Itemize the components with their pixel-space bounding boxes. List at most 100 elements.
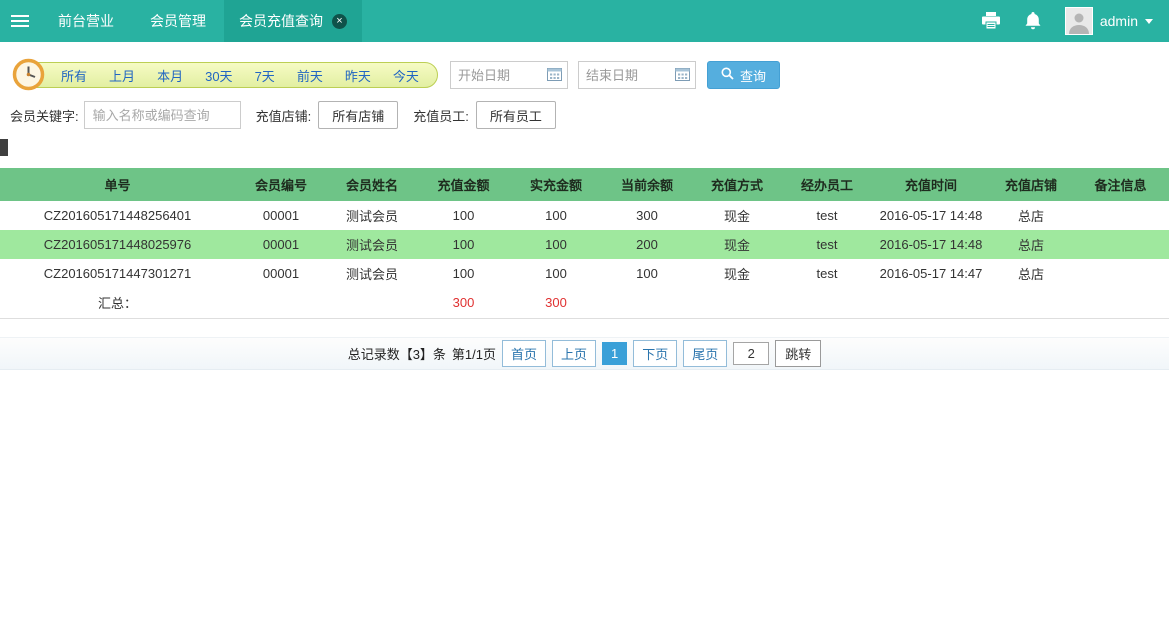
tab-label: 会员充值查询 xyxy=(239,11,323,31)
clock-icon xyxy=(12,58,45,91)
table-cell: test xyxy=(782,230,872,259)
table-cell: 300 xyxy=(602,201,692,230)
page-indicator-text: 第1/1页 xyxy=(452,344,496,363)
table-cell: 现金 xyxy=(692,201,782,230)
quick-date-yesterday[interactable]: 昨天 xyxy=(345,66,371,85)
table-cell: 100 xyxy=(602,259,692,288)
table-cell: 00001 xyxy=(235,259,327,288)
table-cell: 200 xyxy=(602,230,692,259)
table-cell: 测试会员 xyxy=(327,201,417,230)
user-menu[interactable]: admin xyxy=(1065,7,1153,35)
member-keyword-input[interactable] xyxy=(84,101,241,129)
quick-date-day-before[interactable]: 前天 xyxy=(297,66,323,85)
column-header: 单号 xyxy=(0,168,235,201)
table-cell: 2016-05-17 14:48 xyxy=(872,201,990,230)
topbar-right: admin xyxy=(981,0,1169,42)
column-header: 会员姓名 xyxy=(327,168,417,201)
current-page-button[interactable]: 1 xyxy=(602,342,627,365)
summary-actual-total: 300 xyxy=(510,288,602,318)
start-date-input[interactable] xyxy=(451,68,547,83)
caret-down-icon xyxy=(1145,19,1153,24)
table-cell xyxy=(1072,259,1169,288)
query-button[interactable]: 查询 xyxy=(707,61,780,89)
hamburger-menu-icon[interactable] xyxy=(0,0,40,42)
all-staff-button[interactable]: 所有员工 xyxy=(476,101,556,129)
menu-item-front-desk[interactable]: 前台营业 xyxy=(40,0,132,42)
table-cell: 2016-05-17 14:47 xyxy=(872,259,990,288)
table-cell xyxy=(1072,230,1169,259)
table-cell: CZ201605171448256401 xyxy=(0,201,235,230)
table-cell: 00001 xyxy=(235,201,327,230)
calendar-icon[interactable] xyxy=(675,67,690,84)
table-cell: test xyxy=(782,259,872,288)
jump-button[interactable]: 跳转 xyxy=(775,340,821,367)
table-cell: 100 xyxy=(417,259,510,288)
query-button-label: 查询 xyxy=(740,66,766,85)
table-cell: 100 xyxy=(510,230,602,259)
close-tab-icon[interactable]: × xyxy=(332,14,347,29)
calendar-icon[interactable] xyxy=(547,67,562,84)
quick-date-filter-bar: 所有 上月 本月 30天 7天 前天 昨天 今天 xyxy=(16,62,438,88)
summary-recharge-total: 300 xyxy=(417,288,510,318)
username-label: admin xyxy=(1100,13,1138,29)
jump-page-input[interactable] xyxy=(733,342,769,365)
table-cell: 现金 xyxy=(692,259,782,288)
column-header: 当前余额 xyxy=(602,168,692,201)
notifications-bell-icon[interactable] xyxy=(1025,12,1041,30)
store-label: 充值店铺: xyxy=(256,106,312,125)
table-header-row: 单号会员编号会员姓名充值金额实充金额当前余额充值方式经办员工充值时间充值店铺备注… xyxy=(0,168,1169,201)
table-row[interactable]: CZ20160517144825640100001测试会员100100300现金… xyxy=(0,201,1169,230)
first-page-button[interactable]: 首页 xyxy=(502,340,546,367)
table-row[interactable]: CZ20160517144802597600001测试会员100100200现金… xyxy=(0,230,1169,259)
pagination-bar: 总记录数【3】条 第1/1页 首页 上页 1 下页 尾页 跳转 xyxy=(0,337,1169,370)
table-cell: 测试会员 xyxy=(327,259,417,288)
prev-page-button[interactable]: 上页 xyxy=(552,340,596,367)
column-header: 实充金额 xyxy=(510,168,602,201)
quick-date-today[interactable]: 今天 xyxy=(393,66,419,85)
next-page-button[interactable]: 下页 xyxy=(633,340,677,367)
table-cell: 2016-05-17 14:48 xyxy=(872,230,990,259)
total-records-text: 总记录数【3】条 xyxy=(348,344,446,363)
recharge-records-table: 单号会员编号会员姓名充值金额实充金额当前余额充值方式经办员工充值时间充值店铺备注… xyxy=(0,168,1169,319)
tab-member-recharge-query[interactable]: 会员充值查询 × xyxy=(224,0,362,42)
table-cell: 100 xyxy=(510,259,602,288)
table-cell: CZ201605171447301271 xyxy=(0,259,235,288)
column-header: 充值金额 xyxy=(417,168,510,201)
table-cell: CZ201605171448025976 xyxy=(0,230,235,259)
topbar: 前台营业 会员管理 会员充值查询 × xyxy=(0,0,1169,42)
quick-date-30days[interactable]: 30天 xyxy=(205,66,232,85)
table-cell: 总店 xyxy=(990,259,1072,288)
table-cell xyxy=(1072,201,1169,230)
quick-date-last-month[interactable]: 上月 xyxy=(109,66,135,85)
start-date-field xyxy=(450,61,568,89)
summary-label: 汇总： xyxy=(0,288,235,318)
user-avatar[interactable] xyxy=(1065,7,1093,35)
menu-item-member-management[interactable]: 会员管理 xyxy=(132,0,224,42)
table-body: CZ20160517144825640100001测试会员100100300现金… xyxy=(0,201,1169,288)
quick-date-this-month[interactable]: 本月 xyxy=(157,66,183,85)
table-cell: 00001 xyxy=(235,230,327,259)
top-menu: 前台营业 会员管理 会员充值查询 × xyxy=(40,0,362,42)
column-header: 会员编号 xyxy=(235,168,327,201)
column-header: 经办员工 xyxy=(782,168,872,201)
table-cell: test xyxy=(782,201,872,230)
search-icon xyxy=(721,67,734,83)
staff-label: 充值员工: xyxy=(413,106,469,125)
table-cell: 100 xyxy=(417,201,510,230)
summary-row: 汇总： 300 300 xyxy=(0,288,1169,318)
keyword-label: 会员关键字: xyxy=(10,106,79,125)
end-date-input[interactable] xyxy=(579,68,675,83)
table-cell: 总店 xyxy=(990,201,1072,230)
quick-date-7days[interactable]: 7天 xyxy=(255,66,275,85)
sidebar-collapsed-strip xyxy=(0,139,8,156)
table-row[interactable]: CZ20160517144730127100001测试会员100100100现金… xyxy=(0,259,1169,288)
column-header: 充值店铺 xyxy=(990,168,1072,201)
last-page-button[interactable]: 尾页 xyxy=(683,340,727,367)
quick-date-all[interactable]: 所有 xyxy=(61,66,87,85)
column-header: 充值方式 xyxy=(692,168,782,201)
all-stores-button[interactable]: 所有店铺 xyxy=(318,101,398,129)
filter-row-2: 会员关键字: 充值店铺: 所有店铺 充值员工: 所有员工 xyxy=(10,101,556,129)
print-icon[interactable] xyxy=(981,12,1001,30)
table-cell: 100 xyxy=(510,201,602,230)
table-cell: 测试会员 xyxy=(327,230,417,259)
